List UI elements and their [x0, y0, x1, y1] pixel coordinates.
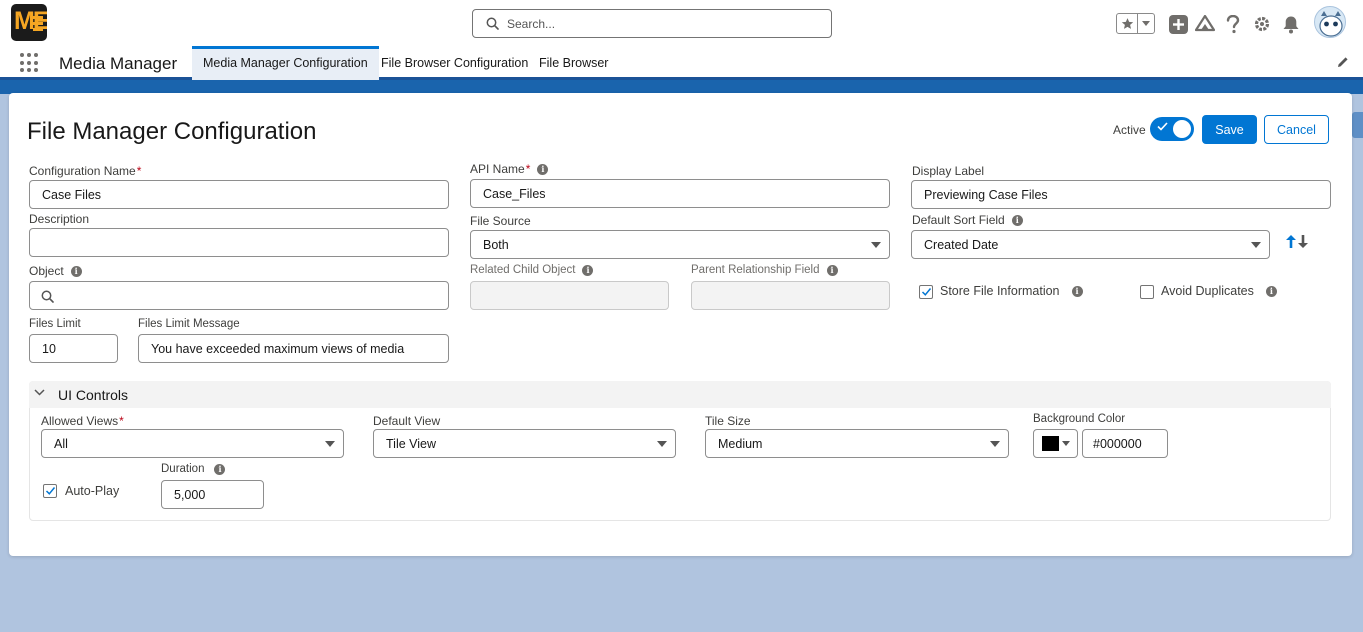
- allowed-views-label: Allowed Views *: [41, 414, 124, 428]
- files-limit-message-input[interactable]: You have exceeded maximum views of media: [138, 334, 449, 363]
- chevron-down-icon: [325, 441, 335, 447]
- search-icon: [486, 17, 499, 33]
- object-label: Object i: [29, 264, 82, 278]
- default-view-label: Default View: [373, 414, 441, 428]
- info-icon[interactable]: i: [537, 163, 549, 175]
- utility-side-tab[interactable]: [1352, 112, 1363, 138]
- info-icon[interactable]: i: [582, 264, 594, 276]
- store-file-information-checkbox[interactable]: [919, 285, 933, 299]
- chevron-down-icon: [1062, 441, 1070, 446]
- app-name: Media Manager: [59, 54, 178, 73]
- default-view-select[interactable]: Tile View: [373, 429, 676, 458]
- object-search-input[interactable]: [29, 281, 449, 310]
- default-sort-field-label: Default Sort Field i: [912, 213, 1023, 227]
- duration-input[interactable]: 5,000: [161, 480, 264, 509]
- gear-icon[interactable]: [1252, 14, 1272, 34]
- config-name-input[interactable]: Case Files: [29, 180, 449, 209]
- page-title: File Manager Configuration: [27, 118, 317, 145]
- info-icon[interactable]: i: [1011, 214, 1023, 226]
- description-label: Description: [29, 212, 90, 226]
- display-label-label: Display Label: [912, 164, 985, 178]
- avoid-duplicates-label: Avoid Duplicates i: [1161, 284, 1277, 298]
- display-label-input[interactable]: Previewing Case Files: [911, 180, 1331, 209]
- global-header: ME: [0, 0, 1363, 46]
- related-child-object-label: Related Child Object i: [470, 264, 594, 276]
- files-limit-label: Files Limit: [29, 318, 81, 330]
- tile-size-select[interactable]: Medium: [705, 429, 1009, 458]
- info-icon[interactable]: i: [214, 463, 226, 475]
- search-icon: [41, 290, 54, 303]
- active-label: Active: [1113, 123, 1146, 137]
- avatar[interactable]: [1314, 6, 1346, 38]
- app-logo[interactable]: ME: [11, 4, 47, 41]
- chevron-down-icon: [657, 441, 667, 447]
- app-navigation: Media Manager Media Manager Configuratio…: [0, 46, 1363, 80]
- avoid-duplicates-checkbox[interactable]: [1140, 285, 1154, 299]
- chevron-down-icon: [1251, 242, 1261, 248]
- file-source-label: File Source: [470, 214, 531, 228]
- chevron-down-icon: [990, 441, 1000, 447]
- description-input[interactable]: [29, 228, 449, 257]
- background-color-label: Background Color: [1033, 413, 1126, 425]
- tab-media-manager-configuration[interactable]: Media Manager Configuration: [192, 46, 379, 80]
- star-icon[interactable]: [1117, 14, 1138, 33]
- background-color-input[interactable]: #000000: [1082, 429, 1168, 458]
- header-stripe: [0, 80, 1363, 94]
- allowed-views-select[interactable]: All: [41, 429, 344, 458]
- info-icon[interactable]: i: [826, 264, 838, 276]
- edit-nav-pencil-icon[interactable]: [1337, 56, 1349, 71]
- sort-direction-toggle[interactable]: [1286, 235, 1308, 248]
- tab-file-browser-configuration[interactable]: File Browser Configuration: [370, 46, 539, 80]
- help-icon[interactable]: [1223, 14, 1243, 34]
- ui-controls-title: UI Controls: [58, 387, 129, 403]
- cancel-button[interactable]: Cancel: [1264, 115, 1329, 144]
- api-name-label: API Name * i: [470, 162, 549, 176]
- files-limit-message-label: Files Limit Message: [138, 318, 240, 330]
- ui-controls-section-header[interactable]: UI Controls: [29, 381, 1331, 408]
- files-limit-input[interactable]: 10: [29, 334, 118, 363]
- api-name-input[interactable]: Case_Files: [470, 179, 890, 208]
- info-icon[interactable]: i: [1265, 285, 1277, 297]
- bell-icon[interactable]: [1281, 14, 1301, 34]
- color-picker-button[interactable]: [1033, 429, 1078, 458]
- save-button[interactable]: Save: [1202, 115, 1257, 144]
- tab-file-browser[interactable]: File Browser: [528, 46, 619, 80]
- color-swatch: [1042, 436, 1059, 451]
- favorites-group[interactable]: [1116, 13, 1155, 34]
- related-child-object-input: [470, 281, 669, 310]
- file-source-select[interactable]: Both: [470, 230, 890, 259]
- chevron-down-icon[interactable]: [1138, 14, 1154, 33]
- parent-relationship-field-input: [691, 281, 890, 310]
- trailhead-icon[interactable]: [1195, 14, 1215, 34]
- parent-relationship-field-label: Parent Relationship Field i: [691, 264, 838, 276]
- info-icon[interactable]: i: [70, 265, 82, 277]
- store-file-information-label: Store File Information i: [940, 284, 1083, 298]
- info-icon[interactable]: i: [1071, 285, 1083, 297]
- arrow-down-icon: [1298, 235, 1308, 248]
- duration-label: Duration i: [161, 463, 226, 475]
- chevron-down-icon: [871, 242, 881, 248]
- app-launcher-icon[interactable]: [20, 53, 40, 73]
- config-name-label: Configuration Name *: [29, 164, 142, 178]
- global-search[interactable]: [472, 9, 832, 38]
- default-sort-field-select[interactable]: Created Date: [911, 230, 1270, 259]
- active-toggle[interactable]: [1150, 117, 1194, 141]
- auto-play-checkbox[interactable]: [43, 484, 57, 498]
- search-input[interactable]: [507, 14, 817, 33]
- auto-play-label: Auto-Play: [65, 484, 120, 498]
- chevron-down-icon: [34, 389, 45, 396]
- tile-size-label: Tile Size: [705, 414, 751, 428]
- plus-icon[interactable]: [1168, 14, 1188, 34]
- arrow-up-icon: [1286, 235, 1296, 248]
